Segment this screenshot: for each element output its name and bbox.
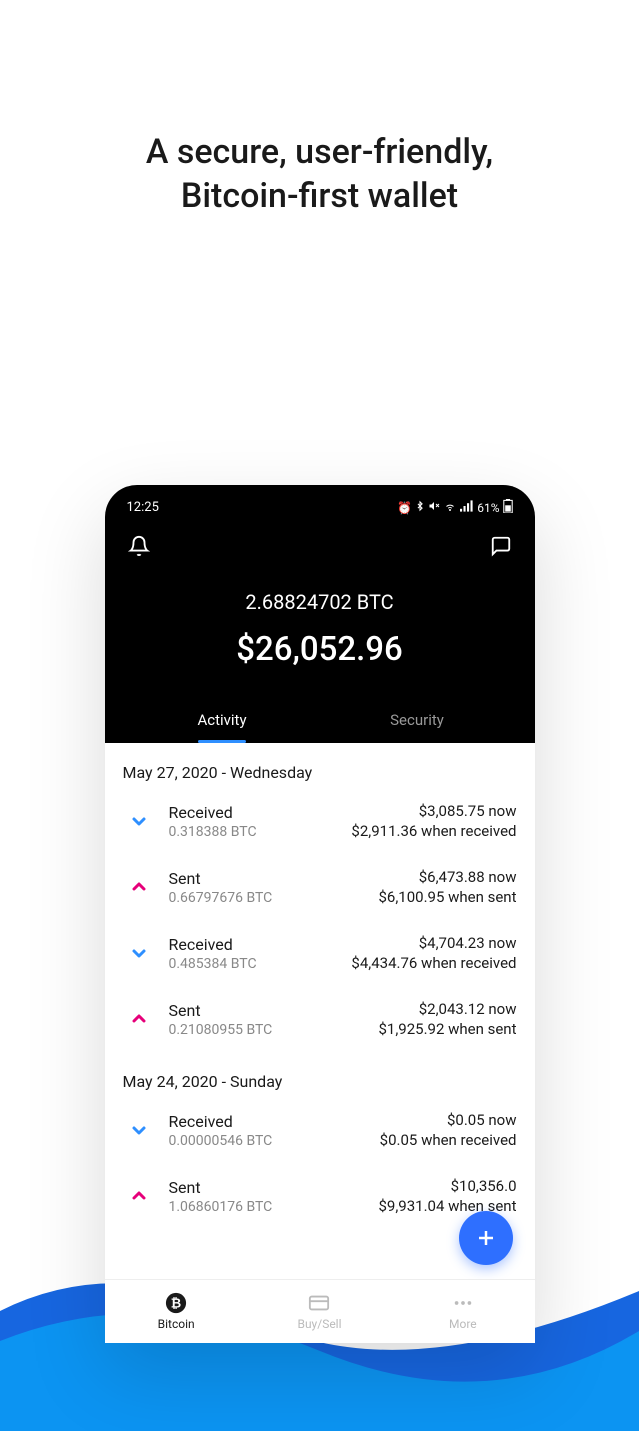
alarm-icon: ⏰ [397,501,412,515]
signal-icon [460,500,474,515]
transaction-row[interactable]: Sent 0.21080955 BTC $2,043.12 now $1,925… [105,986,535,1052]
date-header: May 24, 2020 - Sunday [105,1052,535,1097]
tx-amount-btc: 0.21080955 BTC [169,1022,299,1038]
tabs: Activity Security [105,699,535,743]
chevron-down-icon [123,943,155,963]
tx-type: Received [169,1112,299,1131]
chevron-down-icon [123,811,155,831]
tx-value-now: $4,704.23 now [313,934,517,952]
tx-type: Sent [169,869,299,888]
tab-activity[interactable]: Activity [125,699,320,743]
tx-amount-btc: 0.318388 BTC [169,824,299,840]
tab-security[interactable]: Security [320,699,515,743]
bottom-nav: ₿ Bitcoin Buy/Sell More [105,1279,535,1343]
bitcoin-icon: ₿ [165,1292,187,1314]
transaction-row[interactable]: Received 0.00000546 BTC $0.05 now $0.05 … [105,1097,535,1163]
balance-btc: 2.68824702 BTC [105,590,535,614]
tx-type: Sent [169,1001,299,1020]
tx-amount-btc: 1.06860176 BTC [169,1199,299,1215]
notifications-button[interactable] [127,534,151,558]
tx-value-then: $2,911.36 when received [313,822,517,840]
phone-frame: 12:25 ⏰ 61% [105,485,535,1343]
app-header [105,524,535,564]
nav-bitcoin-label: Bitcoin [158,1317,195,1331]
hero-line1: A secure, user-friendly, [146,132,493,172]
bluetooth-icon [415,500,425,515]
balance-usd: $26,052.96 [105,630,535,669]
wifi-icon [443,500,457,515]
svg-text:₿: ₿ [171,1297,181,1312]
tx-type: Received [169,803,299,822]
chevron-up-icon [123,1009,155,1029]
status-time: 12:25 [127,500,159,515]
tx-amount-btc: 0.00000546 BTC [169,1133,299,1149]
more-icon [452,1292,474,1314]
balance-section: 2.68824702 BTC $26,052.96 [105,564,535,699]
tx-value-then: $6,100.95 when sent [313,888,517,906]
tx-value-now: $3,085.75 now [313,802,517,820]
tx-value-now: $0.05 now [313,1111,517,1129]
status-icons: ⏰ 61% [397,499,512,516]
chat-button[interactable] [489,534,513,558]
nav-more-label: More [449,1317,477,1331]
transaction-row[interactable]: Received 0.318388 BTC $3,085.75 now $2,9… [105,788,535,854]
tx-type: Received [169,935,299,954]
chevron-up-icon [123,877,155,897]
tx-type: Sent [169,1178,299,1197]
transaction-row[interactable]: Received 0.485384 BTC $4,704.23 now $4,4… [105,920,535,986]
tx-value-then: $1,925.92 when sent [313,1020,517,1038]
card-icon [308,1292,330,1314]
nav-buysell[interactable]: Buy/Sell [248,1280,391,1343]
chevron-down-icon [123,1120,155,1140]
hero-title: A secure, user-friendly, Bitcoin-first w… [0,130,639,218]
battery-icon [503,499,513,516]
nav-buysell-label: Buy/Sell [297,1317,341,1331]
tx-value-then: $4,434.76 when received [313,954,517,972]
status-bar: 12:25 ⏰ 61% [105,485,535,524]
add-button[interactable] [459,1211,513,1265]
tx-value-now: $6,473.88 now [313,868,517,886]
tx-amount-btc: 0.485384 BTC [169,956,299,972]
tx-value-now: $2,043.12 now [313,1000,517,1018]
battery-percent: 61% [477,501,499,515]
nav-bitcoin[interactable]: ₿ Bitcoin [105,1280,248,1343]
hero-line2: Bitcoin-first wallet [181,176,458,216]
nav-more[interactable]: More [391,1280,534,1343]
tx-value-now: $10,356.0 [313,1177,517,1195]
chevron-up-icon [123,1186,155,1206]
mute-icon [428,500,440,515]
date-header: May 27, 2020 - Wednesday [105,743,535,788]
transaction-row[interactable]: Sent 0.66797676 BTC $6,473.88 now $6,100… [105,854,535,920]
tx-amount-btc: 0.66797676 BTC [169,890,299,906]
tx-value-then: $0.05 when received [313,1131,517,1149]
